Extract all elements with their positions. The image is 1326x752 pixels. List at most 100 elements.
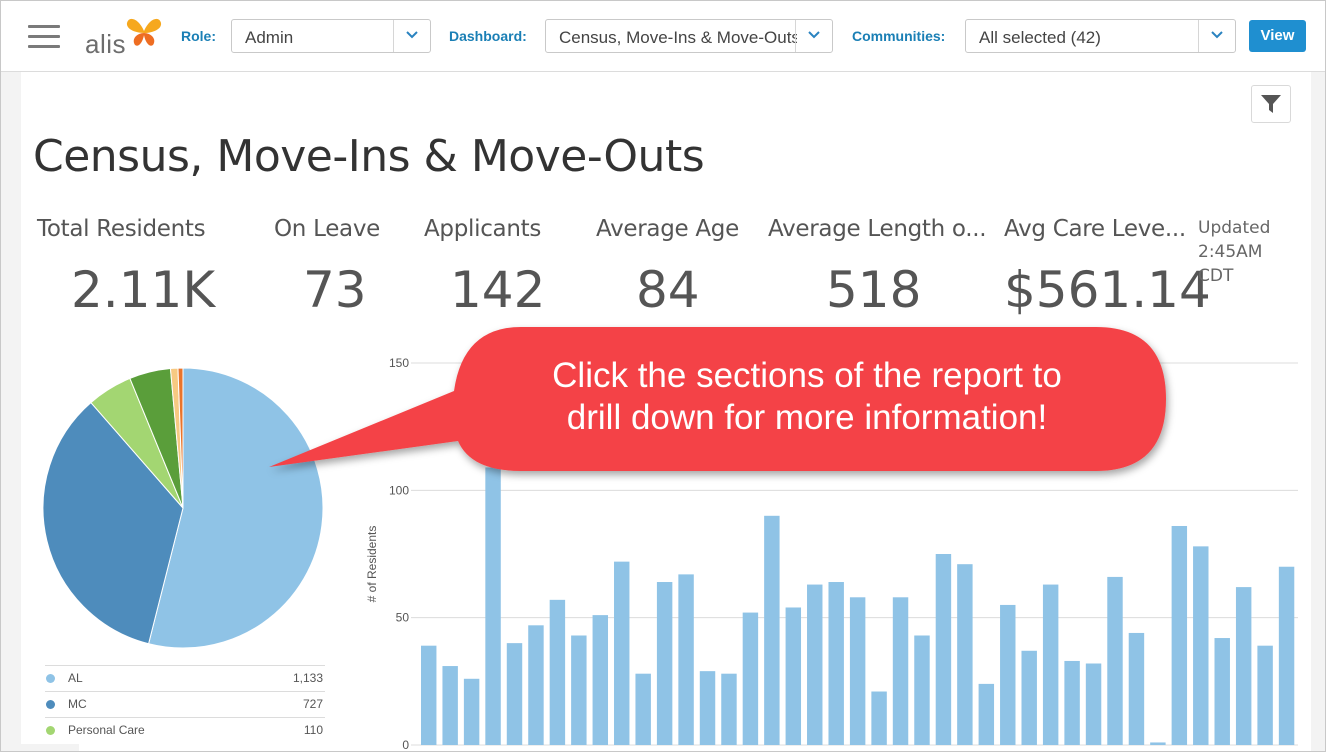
chevron-down-icon[interactable] <box>393 20 430 52</box>
chevron-down-icon[interactable] <box>1198 20 1235 52</box>
kpi-label-on-leave[interactable]: On Leave <box>274 216 380 242</box>
pie-legend: AL 1,133 MC 727 Personal Care 110 <box>45 665 325 743</box>
butterfly-icon <box>126 18 162 46</box>
bar[interactable] <box>1042 584 1059 745</box>
bar[interactable] <box>442 666 458 745</box>
kpi-value-total-residents[interactable]: 2.11K <box>71 261 215 319</box>
view-button[interactable]: View <box>1249 20 1306 52</box>
communities-select-value: All selected (42) <box>979 28 1101 47</box>
dashboard-select-value: Census, Move-Ins & Move-Outs <box>559 28 797 47</box>
kpi-label-applicants[interactable]: Applicants <box>424 216 541 242</box>
bar[interactable] <box>1000 604 1016 745</box>
bar[interactable] <box>1235 587 1252 745</box>
legend-item-mc[interactable]: MC 727 <box>45 691 325 717</box>
y-tick-label: 50 <box>396 611 410 625</box>
role-select[interactable]: Admin <box>231 19 431 53</box>
kpi-label-average-age[interactable]: Average Age <box>596 216 739 242</box>
updated-line3: CDT <box>1198 266 1234 286</box>
bar[interactable] <box>614 561 630 745</box>
chevron-down-icon[interactable] <box>795 20 832 52</box>
kpi-value-average-age[interactable]: 84 <box>636 261 700 319</box>
bar[interactable] <box>1278 566 1295 745</box>
y-axis-label: # of Residents <box>365 526 379 603</box>
bar[interactable] <box>914 635 930 745</box>
legend-value: 727 <box>302 697 323 711</box>
bar[interactable] <box>1257 645 1273 745</box>
top-bar: alis Role: Admin Dashboard: Census, Move… <box>1 1 1325 72</box>
callout-line1: Click the sections of the report to <box>552 356 1062 395</box>
legend-value: 110 <box>303 723 323 737</box>
kpi-value-avg-care-level[interactable]: $561.14 <box>1004 261 1211 319</box>
role-select-value: Admin <box>245 28 294 47</box>
bar[interactable] <box>421 645 437 745</box>
bar[interactable] <box>1107 576 1123 745</box>
kpi-value-on-leave[interactable]: 73 <box>303 261 367 319</box>
bar[interactable] <box>892 597 909 745</box>
legend-name: Personal Care <box>68 723 145 737</box>
page-title: Census, Move-Ins & Move-Outs <box>33 131 705 182</box>
bar[interactable] <box>635 673 651 745</box>
legend-value: 1,133 <box>292 671 323 685</box>
role-label: Role: <box>181 28 216 44</box>
legend-dot <box>46 700 55 709</box>
bar[interactable] <box>1021 650 1037 745</box>
legend-name: AL <box>68 671 83 685</box>
menu-icon[interactable] <box>28 25 60 49</box>
bar[interactable] <box>656 582 673 745</box>
bar[interactable] <box>506 643 523 745</box>
bar[interactable] <box>463 678 480 745</box>
bar[interactable] <box>978 683 995 745</box>
bar[interactable] <box>592 615 609 745</box>
legend-dot <box>46 726 55 735</box>
communities-select[interactable]: All selected (42) <box>965 19 1236 53</box>
bar[interactable] <box>807 584 823 745</box>
bar[interactable] <box>485 467 501 745</box>
dashboard-label: Dashboard: <box>449 28 527 44</box>
legend-item-al[interactable]: AL 1,133 <box>45 665 325 691</box>
bar[interactable] <box>1064 660 1080 745</box>
filter-button[interactable] <box>1251 85 1291 123</box>
bar[interactable] <box>678 574 694 745</box>
legend-item-personal-care[interactable]: Personal Care 110 <box>45 717 325 743</box>
bar[interactable] <box>571 635 587 745</box>
bar[interactable] <box>1085 663 1102 745</box>
bar[interactable] <box>1193 546 1209 745</box>
updated-timestamp: Updated 2:45AM CDT <box>1198 216 1270 288</box>
bar[interactable] <box>764 515 780 745</box>
bar[interactable] <box>871 691 887 745</box>
communities-label: Communities: <box>852 28 946 44</box>
kpi-value-average-length[interactable]: 518 <box>826 261 921 319</box>
kpi-label-average-length[interactable]: Average Length o... <box>768 216 987 242</box>
bar[interactable] <box>528 625 544 745</box>
bar[interactable] <box>721 673 737 745</box>
bar[interactable] <box>699 671 716 745</box>
kpi-label-avg-care-level[interactable]: Avg Care Leve... <box>1004 216 1186 242</box>
kpi-value-applicants[interactable]: 142 <box>450 261 545 319</box>
bar[interactable] <box>1150 742 1166 745</box>
alis-logo[interactable]: alis <box>85 15 165 59</box>
bottom-gap <box>1 744 79 751</box>
updated-line2: 2:45AM <box>1198 242 1263 262</box>
bar[interactable] <box>957 564 973 745</box>
callout-text: Click the sections of the report to dril… <box>451 355 1163 439</box>
pie-chart[interactable] <box>38 363 328 653</box>
kpi-label-total-residents[interactable]: Total Residents <box>37 216 206 242</box>
bar[interactable] <box>828 582 844 745</box>
bar[interactable] <box>742 612 759 745</box>
bar[interactable] <box>549 599 566 745</box>
updated-line1: Updated <box>1198 218 1271 238</box>
logo-text: alis <box>85 29 127 59</box>
bar[interactable] <box>1171 525 1188 745</box>
bar[interactable] <box>785 607 802 745</box>
y-tick-label: 150 <box>389 356 409 370</box>
callout-line2: drill down for more information! <box>566 398 1048 437</box>
filter-icon <box>1261 95 1281 113</box>
bar[interactable] <box>849 597 866 745</box>
bar[interactable] <box>935 554 952 745</box>
y-tick-label: 100 <box>389 483 409 497</box>
bar[interactable] <box>1128 632 1145 745</box>
bar[interactable] <box>1214 638 1230 745</box>
app-window: alis Role: Admin Dashboard: Census, Move… <box>0 0 1326 752</box>
dashboard-select[interactable]: Census, Move-Ins & Move-Outs <box>545 19 833 53</box>
legend-name: MC <box>68 697 87 711</box>
